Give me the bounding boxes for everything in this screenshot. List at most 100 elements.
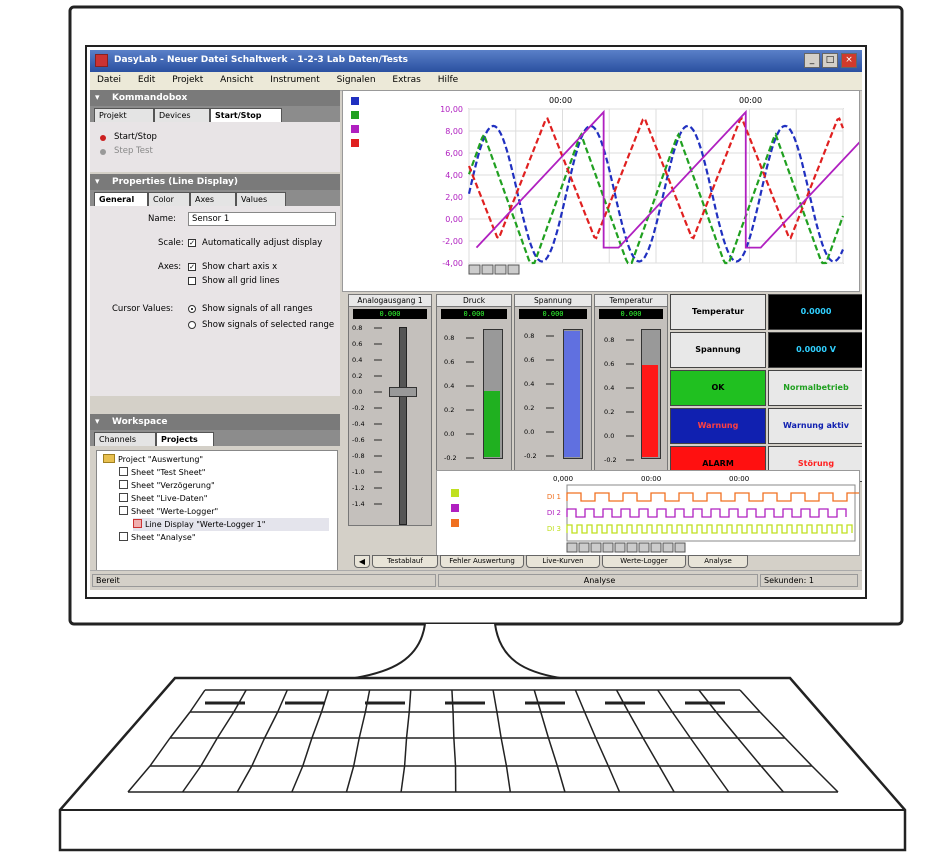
logic-chart[interactable]: 0,000 00:00 00:00 DI 1 DI 2 DI 3: [436, 470, 860, 556]
scale-tick-label: 0.0: [524, 428, 534, 436]
line-chart[interactable]: 10,00 8,00 6,00 4,00 2,00 0,00 -2,00 -4,00 00:00…: [342, 90, 860, 292]
axes-label: Axes:: [158, 262, 182, 272]
status-button[interactable]: Warnung aktiv: [768, 408, 862, 444]
tree-item-label: Sheet "Verzögerung": [131, 481, 215, 490]
tab-general[interactable]: General: [94, 192, 148, 206]
scale-tick-label: -1.2: [352, 484, 365, 492]
status-left: Bereit: [92, 574, 436, 587]
chart-toolbar-icon: [507, 264, 520, 275]
minimize-button[interactable]: _: [804, 53, 820, 68]
cursor-radio-2[interactable]: [188, 321, 196, 329]
status-button[interactable]: Spannung: [670, 332, 766, 368]
chart-canvas: 10,00 8,00 6,00 4,00 2,00 0,00 -2,00 -4,00 00:00…: [440, 96, 859, 275]
scale-tick-label: -0.2: [524, 452, 537, 460]
logic-toolbar-icon: [638, 542, 650, 553]
tab-projects[interactable]: Projects: [156, 432, 214, 446]
tab-axes[interactable]: Axes: [190, 192, 236, 206]
tab-row: Projekt Devices Start/Stop: [90, 106, 340, 122]
scale-tick-label: 0.8: [604, 336, 614, 344]
scale-checkbox[interactable]: ✓: [188, 239, 196, 247]
time-label: 00:00: [549, 96, 572, 105]
scale-tick-label: -1.0: [352, 468, 365, 476]
menu-item[interactable]: Extras: [385, 72, 427, 85]
scale-tick-label: -1.4: [352, 500, 365, 508]
scale-tick-label: 0.6: [604, 360, 614, 368]
menu-item[interactable]: Edit: [131, 72, 162, 85]
y-tick-label: 10,00: [440, 105, 463, 114]
tab-color[interactable]: Color: [148, 192, 190, 206]
maximize-button[interactable]: □: [822, 53, 838, 68]
panel-body-properties: Name: Sensor 1 Scale: ✓ Automatically ad…: [90, 206, 340, 396]
logic-toolbar-icon: [614, 542, 626, 553]
close-button[interactable]: ×: [841, 53, 857, 68]
tree-item-label: Project "Auswertung": [118, 455, 204, 464]
scale-tick-label: 0.8: [444, 334, 454, 342]
status-button[interactable]: 0.0000: [768, 294, 862, 330]
tree-item[interactable]: Project "Auswertung": [103, 453, 203, 466]
name-label: Name:: [148, 214, 176, 224]
status-button[interactable]: 0.0000 V: [768, 332, 862, 368]
sheet-tab[interactable]: Analyse: [688, 555, 748, 568]
tab-start-stop[interactable]: Start/Stop: [210, 108, 282, 122]
cursor-values-label: Cursor Values:: [112, 304, 174, 314]
menu-item[interactable]: Datei: [90, 72, 128, 85]
sheet-scroll-icon[interactable]: ◀: [354, 555, 370, 568]
panel-header-properties[interactable]: ▾ Properties (Line Display): [90, 174, 340, 190]
key-divider: [452, 711, 455, 739]
record-icon: [100, 135, 106, 141]
scale-tick-label: 0.6: [524, 356, 534, 364]
sheet-tab[interactable]: Fehler Auswertung: [440, 555, 524, 568]
logic-time-label: 0,000: [553, 475, 573, 483]
command-step[interactable]: Step Test: [114, 146, 153, 156]
tree-item[interactable]: Sheet "Werte-Logger": [119, 505, 218, 518]
tree-item[interactable]: Sheet "Analyse": [119, 531, 196, 544]
logic-toolbar-icon: [602, 542, 614, 553]
tab-values[interactable]: Values: [236, 192, 286, 206]
tree-item[interactable]: Sheet "Verzögerung": [119, 479, 215, 492]
y-tick-label: 2,00: [445, 193, 463, 202]
menu-item[interactable]: Projekt: [165, 72, 210, 85]
menu-item[interactable]: Instrument: [263, 72, 327, 85]
tab-project[interactable]: Projekt: [94, 108, 154, 122]
cursor-option-1: Show signals of all ranges: [202, 304, 313, 314]
panel-header-workspace[interactable]: ▾ Workspace: [90, 414, 340, 430]
tree-item[interactable]: Sheet "Live-Daten": [119, 492, 207, 505]
scale-tick-label: 0.2: [524, 404, 534, 412]
status-mid: Analyse: [438, 574, 758, 587]
status-button[interactable]: Warnung: [670, 408, 766, 444]
axes-option-2: Show all grid lines: [202, 276, 280, 286]
status-button[interactable]: OK: [670, 370, 766, 406]
axes-checkbox-2[interactable]: [188, 277, 196, 285]
scale-tick-label: 0.2: [352, 372, 362, 380]
logic-toolbar-icon: [590, 542, 602, 553]
tab-channels[interactable]: Channels: [94, 432, 156, 446]
application-window: DasyLab - Neuer Datei Schaltwerk - 1-2-3…: [90, 50, 862, 590]
tree-item[interactable]: Sheet "Test Sheet": [119, 466, 205, 479]
status-button[interactable]: Temperatur: [670, 294, 766, 330]
sheet-tab[interactable]: Live-Kurven: [526, 555, 600, 568]
keyboard: [58, 676, 907, 852]
sheet-tab[interactable]: Testablauf: [372, 555, 438, 568]
sheet-tab[interactable]: Werte-Logger: [602, 555, 686, 568]
scale-tick-label: 0.2: [444, 406, 454, 414]
chevron-down-icon: ▾: [95, 417, 100, 427]
cursor-radio-1[interactable]: [188, 305, 196, 313]
status-button[interactable]: Normalbetrieb: [768, 370, 862, 406]
step-icon: [100, 149, 106, 155]
panel-title: Kommandobox: [112, 93, 188, 103]
chart-toolbar-icon: [481, 264, 494, 275]
tree-item-label: Sheet "Test Sheet": [131, 468, 206, 477]
command-start-stop[interactable]: Start/Stop: [114, 132, 157, 142]
scale-tick-label: 0.6: [352, 340, 362, 348]
name-field[interactable]: Sensor 1: [188, 212, 336, 226]
menu-item[interactable]: Signalen: [330, 72, 383, 85]
axes-checkbox-1[interactable]: ✓: [188, 263, 196, 271]
chart-toolbar-icon: [494, 264, 507, 275]
tab-devices[interactable]: Devices: [154, 108, 210, 122]
title-bar[interactable]: DasyLab - Neuer Datei Schaltwerk - 1-2-3…: [90, 50, 862, 72]
scale-tick-label: 0.0: [604, 432, 614, 440]
tree-item-selected[interactable]: Line Display "Werte-Logger 1": [133, 518, 329, 531]
menu-item[interactable]: Hilfe: [431, 72, 465, 85]
panel-header-commands[interactable]: ▾ Kommandobox: [90, 90, 340, 106]
menu-item[interactable]: Ansicht: [213, 72, 260, 85]
